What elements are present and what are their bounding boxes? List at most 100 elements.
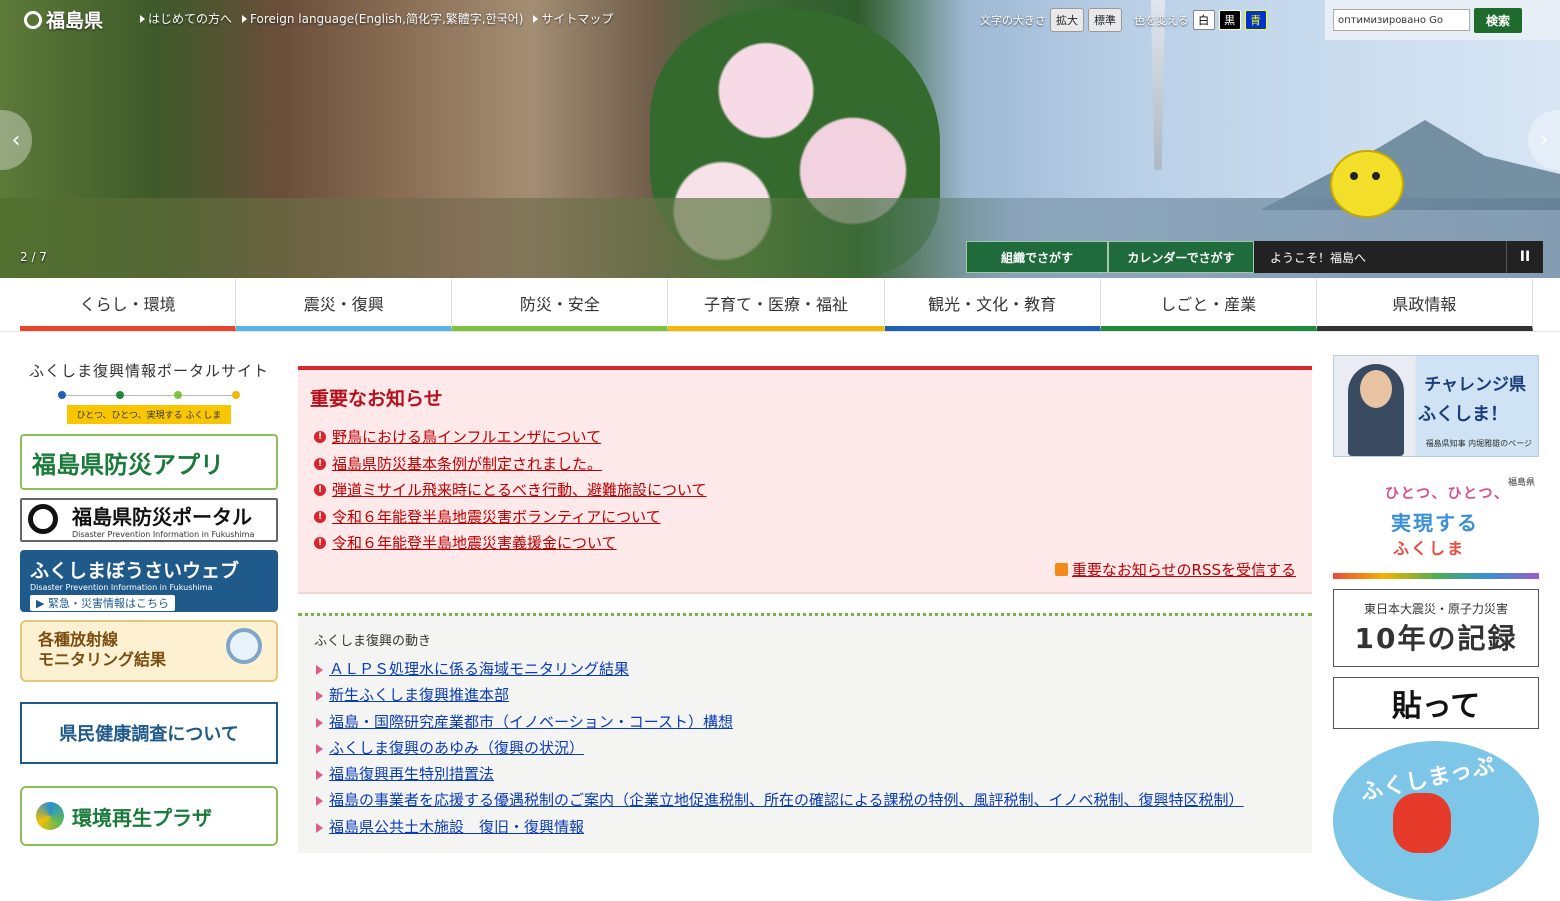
dot-line (124, 394, 174, 396)
fukko-link[interactable]: ＡＬＰＳ処理水に係る海域モニタリング結果 (329, 656, 629, 682)
governor-banner[interactable]: チャレンジ県 ふくしま！ 福島県知事 内堀雅雄のページ (1333, 355, 1539, 457)
governor-line1: チャレンジ県 (1424, 375, 1526, 395)
site-logo[interactable]: 福島県 (24, 6, 103, 33)
notice-heading: 重要なお知らせ (310, 388, 443, 410)
hitotsu-line3: ふくしま (1393, 539, 1466, 558)
portal-slogan: ひとつ、ひとつ、実現する ふくしま (66, 405, 232, 424)
bousai-portal-banner[interactable]: 福島県防災ポータル Disaster Prevention Informatio… (20, 498, 278, 542)
search-button[interactable]: 検索 (1474, 7, 1523, 33)
global-nav: くらし・環境 震災・復興 防災・安全 子育て・医療・福祉 観光・文化・教育 しごと・産業県… (20, 279, 1533, 331)
fukko-item: 福島復興再生特別措置法 (316, 761, 1296, 787)
nav-item[interactable]: 震災・復興 (236, 279, 453, 331)
color-blue-button[interactable]: 青 (1244, 10, 1267, 30)
slider-bottom-bar: 組織でさがす カレンダーでさがす ようこそ！福島へ II (966, 241, 1543, 273)
welcome-ticker[interactable]: ようこそ！福島へ (1254, 241, 1506, 273)
notice-rss-label[interactable]: 重要なお知らせのRSSを受信する (1072, 559, 1296, 580)
prefecture-emblem-icon (24, 10, 42, 29)
top-links: はじめての方へ Foreign language(English,简化字,繁體字… (140, 10, 613, 27)
alert-icon: ! (314, 510, 326, 523)
bousai-web-title: ふくしまぼうさいウェブ (30, 560, 240, 582)
notice-rss-link[interactable]: 重要なお知らせのRSSを受信する (1054, 559, 1296, 580)
nav-item[interactable]: しごと・産業 (1100, 279, 1317, 331)
foreign-language-link-label: Foreign language(English,简化字,繁體字,한국어) (250, 12, 524, 26)
notice-item: ! 弾道ミサイル飛来時にとるべき行動、避難施設について (314, 477, 707, 504)
font-size-label: 文字の大きさ (980, 14, 1046, 27)
ten-year-record-banner[interactable]: 東日本大震災・原子力災害 10年の記録 (1333, 589, 1539, 667)
rss-icon (1054, 563, 1068, 576)
radiation-monitoring-banner[interactable]: 各種放射線 モニタリング結果 (20, 620, 278, 682)
hitotsu-line1: ひとつ、ひとつ、 (1385, 486, 1510, 502)
bullet-triangle-icon (316, 691, 323, 702)
dot-icon (174, 391, 182, 399)
bousai-portal-logo-icon (28, 504, 58, 534)
search-area: 検索 (1325, 0, 1560, 40)
chevron-left-icon: ‹ (11, 127, 21, 153)
nav-item[interactable]: 子育て・医療・福祉 (668, 279, 885, 331)
sitemap-link-label: サイトマップ (541, 12, 614, 26)
notice-bottom-border (298, 592, 1312, 594)
fukko-link[interactable]: 福島県公共土木施設 復旧・復興情報 (329, 814, 584, 840)
pause-button[interactable]: II (1506, 241, 1543, 273)
search-input[interactable] (1333, 9, 1470, 31)
sitemap-link[interactable]: サイトマップ (533, 10, 613, 27)
org-search-button[interactable]: 組織でさがす (966, 241, 1108, 273)
bousai-web-banner[interactable]: ふくしまぼうさいウェブ Disaster Prevention Informat… (20, 550, 278, 612)
portal-dots (20, 391, 278, 399)
fukushima-map-banner[interactable]: ふくしまっぷ (1333, 741, 1539, 901)
notice-link[interactable]: 令和６年能登半島地震災害ボランティアについて (332, 504, 661, 531)
fukko-link[interactable]: 福島・国際研究産業都市（イノベーション・コースト）構想 (329, 709, 733, 735)
calendar-search-button[interactable]: カレンダーでさがす (1108, 241, 1254, 273)
environment-plaza-banner[interactable]: 環境再生プラザ (20, 786, 278, 846)
alert-icon: ! (314, 484, 326, 497)
dot-icon (116, 391, 124, 399)
alert-icon: ! (314, 457, 326, 470)
plaza-logo-icon (36, 802, 64, 830)
nav-item[interactable]: 観光・文化・教育 (884, 279, 1101, 331)
hitotsu-banner[interactable]: 福島県 ひとつ、ひとつ、 実現する ふくしま (1333, 473, 1539, 579)
governor-line3: 福島県知事 内堀雅雄のページ (1425, 439, 1532, 448)
nav-item[interactable]: 防災・安全 (452, 279, 669, 331)
font-enlarge-button[interactable]: 拡大 (1050, 8, 1084, 32)
fukko-list: ＡＬＰＳ処理水に係る海域モニタリング結果 新生ふくしま復興推進本部 福島・国際研究産… (316, 656, 1296, 840)
dot-line (66, 394, 116, 396)
notice-list: ! 野鳥における鳥インフルエンザについて! 福島県防災基本条例が制定されました。! 弾… (314, 424, 707, 557)
bullet-triangle-icon (316, 822, 323, 833)
fukko-item: 福島県公共土木施設 復旧・復興情報 (316, 814, 1296, 840)
notice-link[interactable]: 福島県防災基本条例が制定されました。 (332, 451, 602, 478)
notice-item: ! 野鳥における鳥インフルエンザについて (314, 424, 707, 451)
color-black-button[interactable]: 黒 (1218, 10, 1241, 30)
dot-line (182, 394, 232, 396)
portal-title: ふくしま復興情報ポータルサイト (28, 362, 269, 380)
beginners-link[interactable]: はじめての方へ (140, 10, 232, 27)
notice-link[interactable]: 野鳥における鳥インフルエンザについて (332, 424, 601, 451)
bousai-app-banner[interactable]: 福島県防災アプリ (20, 434, 278, 490)
governor-line2: ふくしま！ (1418, 404, 1508, 425)
fukko-link[interactable]: 福島復興再生特別措置法 (329, 761, 494, 787)
font-standard-button[interactable]: 標準 (1088, 8, 1122, 32)
alert-icon: ! (314, 537, 326, 550)
fukko-portal-banner[interactable]: ふくしま復興情報ポータルサイト ひとつ、ひとつ、実現する ふくしま (20, 360, 278, 424)
foreign-language-link[interactable]: Foreign language(English,简化字,繁體字,한국어) (242, 10, 523, 27)
nav-item[interactable]: くらし・環境 (20, 279, 237, 331)
bousai-portal-title: 福島県防災ポータル (72, 505, 252, 529)
notice-link[interactable]: 令和６年能登半島地震災害義援金について (332, 530, 617, 557)
logo-text: 福島県 (46, 10, 104, 32)
fukko-item: ふくしま復興のあゆみ（復興の状況） (316, 735, 1296, 761)
nav-item[interactable]: 県政情報 (1316, 279, 1533, 331)
bullet-triangle-icon (316, 743, 323, 754)
hatte-banner[interactable]: 貼って (1333, 677, 1539, 729)
dot-icon (232, 391, 240, 399)
bousai-app-label: 福島県防災アプリ (32, 450, 224, 479)
notice-link[interactable]: 弾道ミサイル飛来時にとるべき行動、避難施設について (332, 477, 707, 504)
fukko-link[interactable]: 新生ふくしま復興推進本部 (329, 682, 509, 708)
right-sidebar: チャレンジ県 ふくしま！ 福島県知事 内堀雅雄のページ 福島県 ひとつ、ひとつ、… (1333, 355, 1539, 901)
health-survey-banner[interactable]: 県民健康調査について (20, 702, 278, 764)
color-white-button[interactable]: 白 (1192, 10, 1215, 30)
fukko-item: 新生ふくしま復興推進本部 (316, 682, 1296, 708)
arrow-right-icon (242, 14, 248, 23)
beginners-link-label: はじめての方へ (148, 12, 233, 26)
fukko-link[interactable]: ふくしま復興のあゆみ（復興の状況） (329, 735, 584, 761)
fukko-news-box: ふくしま復興の動き ＡＬＰＳ処理水に係る海域モニタリング結果 新生ふくしま復興推進… (298, 613, 1312, 853)
fukko-link[interactable]: 福島の事業者を応援する優遇税制のご案内（企業立地促進税制、所在の確認による課税の… (329, 787, 1244, 813)
plaza-label: 環境再生プラザ (72, 805, 212, 830)
